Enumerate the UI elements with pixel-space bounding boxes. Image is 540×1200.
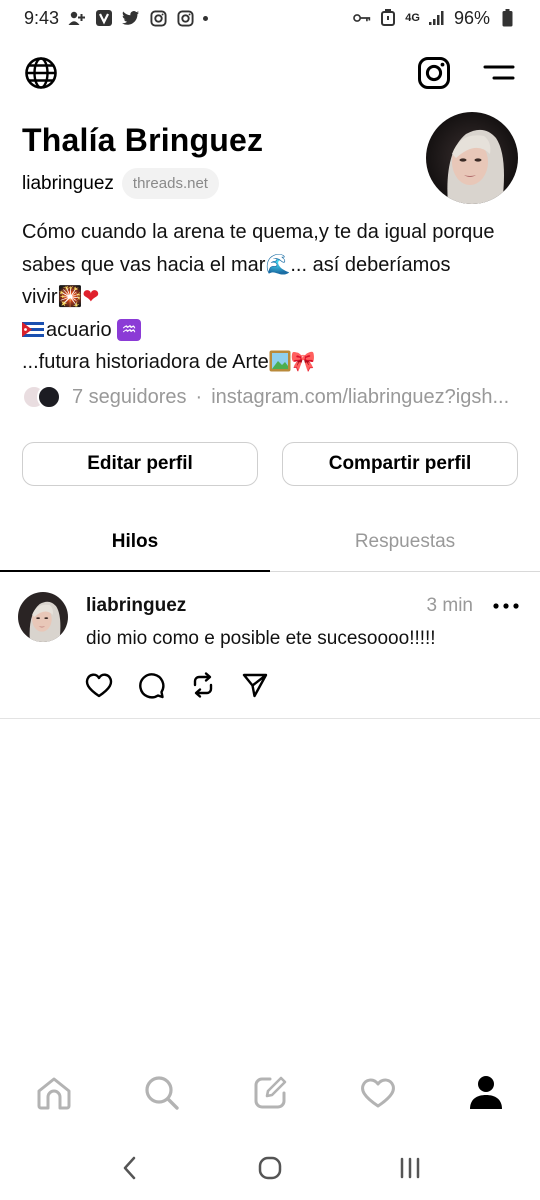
separator-dot: · — [195, 385, 203, 408]
recents-icon — [400, 1157, 420, 1179]
home-circle-icon — [258, 1156, 282, 1180]
post-username[interactable]: liabringuez — [86, 595, 186, 617]
nav-activity[interactable] — [324, 1062, 432, 1124]
post-avatar-photo — [18, 592, 68, 642]
tab-threads[interactable]: Hilos — [0, 512, 270, 572]
sparkler-emoji: 🎇 — [57, 286, 83, 308]
heart-icon — [85, 673, 113, 698]
back-icon — [123, 1156, 136, 1180]
menu-icon — [483, 65, 515, 80]
threads-domain-badge[interactable]: threads.net — [121, 168, 219, 199]
contact-add-icon — [68, 9, 86, 27]
activity-heart-icon — [361, 1078, 395, 1108]
compose-icon — [254, 1076, 287, 1109]
framed-picture-icon — [269, 350, 291, 372]
repost-icon — [193, 672, 213, 698]
reply-button[interactable] — [136, 670, 166, 700]
nav-profile[interactable] — [432, 1062, 540, 1124]
instagram-button[interactable] — [415, 54, 453, 92]
instagram-icon — [418, 57, 450, 89]
status-time: 9:43 — [24, 7, 60, 28]
nav-compose[interactable] — [216, 1062, 324, 1124]
like-button[interactable] — [84, 670, 114, 700]
nav-home[interactable] — [0, 1062, 108, 1124]
ribbon-emoji: 🎀 — [290, 351, 316, 373]
notification-dot — [203, 15, 209, 21]
signal-icon — [428, 9, 446, 27]
followers-row: 7 seguidores · instagram.com/liabringuez… — [22, 384, 522, 410]
thread-post: liabringuez 3 min dio mio como e posible… — [0, 572, 540, 719]
tab-replies[interactable]: Respuestas — [270, 512, 540, 571]
instagram-status-icon — [149, 9, 167, 27]
home-icon — [37, 1077, 71, 1110]
cuba-flag-icon — [22, 321, 44, 337]
followers-count[interactable]: 7 seguidores — [72, 386, 187, 409]
menu-button[interactable] — [480, 54, 518, 92]
handle-row: liabringuez threads.net — [22, 168, 219, 199]
bio-line-1: Cómo cuando la arena te quema,y te da ig… — [22, 221, 495, 243]
bio-line-3: vivir🎇❤ — [22, 286, 100, 308]
share-profile-button[interactable]: Compartir perfil — [282, 442, 518, 486]
v-app-icon — [95, 9, 113, 27]
search-icon — [145, 1076, 179, 1110]
aquarius-emoji: ♒ — [117, 318, 142, 341]
edit-profile-button[interactable]: Editar perfil — [22, 442, 258, 486]
system-back-button[interactable] — [110, 1148, 150, 1188]
heart-emoji: ❤ — [82, 286, 100, 308]
follower-avatar — [37, 385, 61, 409]
system-nav-bar — [0, 1140, 540, 1196]
battery-icon — [498, 9, 516, 27]
profile-tabs: Hilos Respuestas — [0, 512, 540, 572]
profile-link[interactable]: instagram.com/liabringuez?igsh... — [211, 386, 509, 409]
network-label: 4G — [405, 12, 420, 24]
post-more-button[interactable] — [492, 592, 520, 620]
profile-icon — [470, 1076, 502, 1109]
bottom-nav — [0, 1062, 540, 1124]
profile-name: Thalía Bringuez — [22, 122, 264, 158]
profile-avatar[interactable] — [426, 112, 518, 204]
system-recents-button[interactable] — [390, 1148, 430, 1188]
twitter-icon — [122, 9, 140, 27]
globe-icon — [25, 57, 57, 89]
bio-line-5: ...futura historiadora de Arte 🎀 — [22, 350, 316, 373]
battery-percent: 96% — [453, 7, 490, 28]
profile-bio: Cómo cuando la arena te quema,y te da ig… — [22, 216, 522, 379]
post-text: dio mio como e posible ete sucesoooo!!!!… — [86, 628, 436, 649]
send-button[interactable] — [240, 670, 270, 700]
alarm-icon — [379, 9, 397, 27]
bio-line-4: acuario ♒ — [22, 314, 522, 347]
comment-icon — [139, 673, 165, 699]
follower-avatars — [22, 384, 64, 410]
system-home-button[interactable] — [250, 1148, 290, 1188]
status-bar: 9:43 4G 96% — [0, 0, 540, 36]
profile-top-bar — [22, 52, 518, 96]
wave-emoji: 🌊 — [265, 253, 291, 276]
instagram-status-icon-2 — [176, 9, 194, 27]
profile-actions: Editar perfil Compartir perfil — [22, 442, 518, 486]
profile-handle: liabringuez — [22, 172, 114, 194]
more-dots-icon — [493, 603, 519, 609]
bio-line-2: sabes que vas hacia el mar🌊... así deber… — [22, 253, 451, 276]
nav-search[interactable] — [108, 1062, 216, 1124]
post-timestamp: 3 min — [426, 595, 473, 616]
share-icon — [242, 673, 268, 698]
vpn-key-icon — [353, 9, 371, 27]
globe-button[interactable] — [22, 54, 60, 92]
avatar-photo — [426, 112, 518, 204]
repost-button[interactable] — [188, 670, 218, 700]
post-avatar[interactable] — [18, 592, 68, 642]
post-actions — [84, 670, 270, 700]
